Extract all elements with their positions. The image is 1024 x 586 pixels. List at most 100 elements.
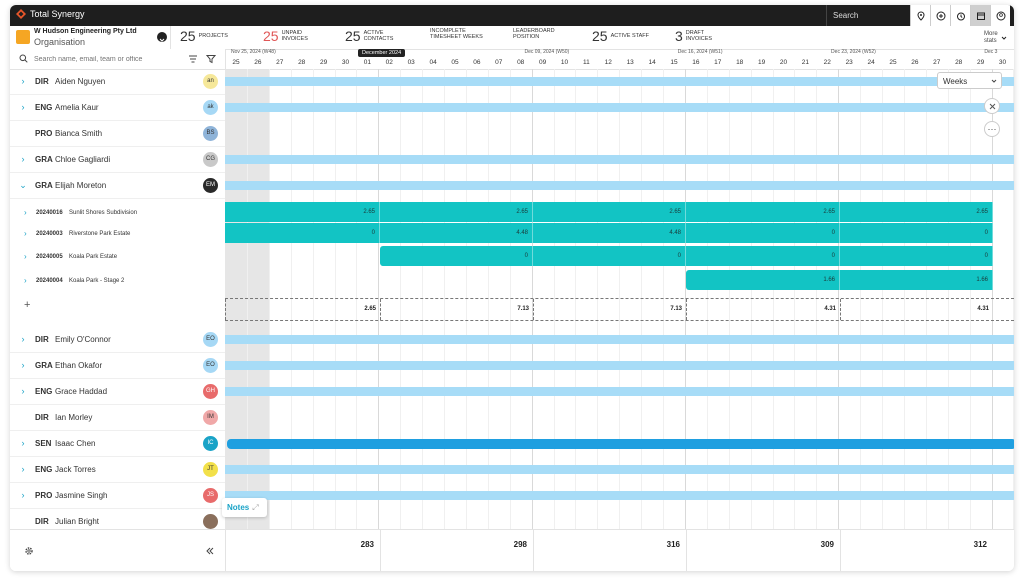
allocation-cell[interactable]: 0 — [380, 246, 533, 266]
staff-row[interactable]: › ENG Jack Torres JT — [10, 457, 225, 483]
staff-role: DIR — [35, 77, 49, 86]
schedule-timeline[interactable]: Nov 25, 2024 (W48)2024 (W49)Dec 09, 2024… — [225, 49, 1014, 571]
stat-value: 25 — [263, 28, 279, 44]
chevron-right-icon[interactable]: › — [18, 102, 28, 112]
stat-leaderboard-position[interactable]: LEADERBOARD POSITION — [513, 28, 557, 40]
day-label: 16 — [692, 59, 700, 66]
alarm-icon[interactable] — [950, 5, 970, 26]
project-row[interactable]: › 20240005 Koala Park Estate — [10, 246, 225, 269]
day-label: 25 — [232, 59, 240, 66]
allocation-cell[interactable]: 2.65 — [840, 202, 993, 222]
more-stats-button[interactable]: More stats — [984, 31, 1008, 45]
allocation-cell[interactable]: 0 — [533, 246, 686, 266]
staff-row[interactable]: › PRO Jasmine Singh JS — [10, 483, 225, 509]
calendar-icon[interactable] — [970, 5, 990, 26]
staff-name: Isaac Chen — [55, 439, 96, 448]
allocation-bar[interactable] — [225, 387, 1014, 396]
brand[interactable]: Total Synergy — [16, 9, 85, 19]
filter-icon[interactable] — [206, 54, 216, 64]
stat-incomplete-timesheet-weeks[interactable]: INCOMPLETE TIMESHEET WEEKS — [430, 28, 490, 40]
organisation-selector[interactable]: W Hudson Engineering Pty Ltd Organisatio… — [10, 26, 171, 50]
allocation-cell[interactable]: 2.65 — [380, 202, 533, 222]
project-code: 20240004 — [36, 277, 63, 284]
staff-search-input[interactable] — [32, 52, 176, 67]
allocation-cell[interactable]: 0 — [686, 222, 840, 243]
allocation-bar[interactable] — [225, 181, 1014, 190]
org-type: Organisation — [34, 37, 86, 47]
view-mode-select[interactable]: Weeks — [937, 72, 1002, 89]
allocation-cell[interactable]: 0 — [840, 222, 993, 243]
brand-logo-icon — [16, 9, 26, 19]
staff-row[interactable]: › ENG Grace Haddad GH — [10, 379, 225, 405]
allocation-cell[interactable]: 0 — [840, 246, 993, 266]
chevron-right-icon[interactable]: › — [24, 229, 32, 238]
allocation-bar[interactable] — [227, 439, 1014, 449]
chevron-right-icon[interactable]: › — [18, 438, 28, 448]
chevron-right-icon[interactable]: › — [24, 252, 32, 261]
staff-name: Elijah Moreton — [55, 181, 107, 190]
chevron-right-icon[interactable]: › — [24, 208, 32, 217]
staff-row[interactable]: › ENG Amelia Kaur ak — [10, 95, 225, 121]
stat-label: INCOMPLETE TIMESHEET WEEKS — [430, 28, 483, 40]
stat-unpaid-invoices[interactable]: 25 UNPAID INVOICES — [263, 28, 326, 44]
staff-row[interactable]: DIR Ian Morley IM — [10, 405, 225, 431]
hide-projects-icon[interactable] — [984, 98, 1000, 114]
allocation-cell[interactable]: 1.66 — [840, 269, 993, 290]
chevron-right-icon[interactable]: › — [18, 154, 28, 164]
staff-row[interactable]: › SEN Isaac Chen IC — [10, 431, 225, 457]
staff-name: Jasmine Singh — [55, 491, 108, 500]
staff-row[interactable]: › DIR Aiden Nguyen an — [10, 69, 225, 95]
notes-button[interactable]: Notes ⤢ — [222, 498, 267, 517]
allocation-cell[interactable]: 2.65 — [686, 202, 840, 222]
staff-row[interactable]: › GRA Chloe Gagliardi CG — [10, 147, 225, 173]
chevron-right-icon[interactable]: › — [18, 490, 28, 500]
allocation-bar[interactable] — [225, 491, 1014, 500]
project-row[interactable]: › 20240003 Riverstone Park Estate — [10, 223, 225, 246]
staff-row[interactable]: ⌄ GRA Elijah Moreton EM — [10, 173, 225, 199]
staff-name: Bianca Smith — [55, 129, 103, 138]
allocation-bar[interactable] — [225, 335, 1014, 344]
allocation-bar[interactable] — [225, 77, 1014, 86]
chevron-right-icon[interactable]: › — [18, 386, 28, 396]
chevron-right-icon[interactable]: › — [18, 76, 28, 86]
staff-row[interactable]: PRO Bianca Smith BS — [10, 121, 225, 147]
allocation-cell[interactable]: 4.48 — [380, 222, 533, 243]
allocation-cell[interactable]: 4.48 — [533, 222, 686, 243]
chevron-right-icon[interactable]: › — [18, 360, 28, 370]
stat-draft-invoices[interactable]: 3 DRAFT INVOICES — [675, 28, 730, 44]
avatar: IC — [203, 436, 218, 451]
allocation-bar[interactable] — [225, 155, 1014, 164]
chevron-down-icon[interactable]: ⌄ — [18, 180, 28, 190]
chevron-down-icon[interactable] — [157, 32, 167, 42]
settings-gear-icon[interactable] — [24, 546, 34, 556]
chevron-right-icon[interactable]: › — [24, 276, 32, 285]
allocation-bar[interactable] — [225, 361, 1014, 370]
allocation-cell[interactable]: 2.65 — [225, 202, 380, 222]
collapse-sidebar-icon[interactable] — [205, 546, 215, 556]
help-location-icon[interactable] — [910, 5, 930, 26]
global-search[interactable]: Search — [826, 5, 908, 26]
stat-active-staff[interactable]: 25 ACTIVE STAFF — [592, 28, 655, 44]
user-icon[interactable] — [990, 5, 1010, 26]
stat-active-contacts[interactable]: 25 ACTIVE CONTACTS — [345, 28, 408, 44]
allocation-cell[interactable]: 0 — [225, 222, 380, 243]
more-options-icon[interactable]: ⋯ — [984, 121, 1000, 137]
sort-icon[interactable] — [188, 54, 198, 64]
day-label: 26 — [911, 59, 919, 66]
allocation-cell[interactable]: 2.65 — [533, 202, 686, 222]
add-project-icon[interactable]: + — [24, 299, 30, 311]
project-row[interactable]: › 20240004 Koala Park - Stage 2 — [10, 270, 225, 293]
staff-row[interactable]: › DIR Emily O'Connor EO — [10, 327, 225, 353]
staff-name: Aiden Nguyen — [55, 77, 106, 86]
week-label: Dec 16, 2024 (W51) — [677, 49, 723, 55]
add-circle-icon[interactable] — [930, 5, 950, 26]
allocation-cell[interactable]: 0 — [686, 246, 840, 266]
allocation-bar[interactable] — [225, 465, 1014, 474]
chevron-right-icon[interactable]: › — [18, 334, 28, 344]
staff-row[interactable]: › GRA Ethan Okafor EO — [10, 353, 225, 379]
stat-projects[interactable]: 25 PROJECTS — [180, 28, 243, 44]
chevron-right-icon[interactable]: › — [18, 464, 28, 474]
allocation-bar[interactable] — [225, 103, 1014, 112]
staff-name: Emily O'Connor — [55, 335, 111, 344]
allocation-cell[interactable]: 1.66 — [686, 269, 840, 290]
